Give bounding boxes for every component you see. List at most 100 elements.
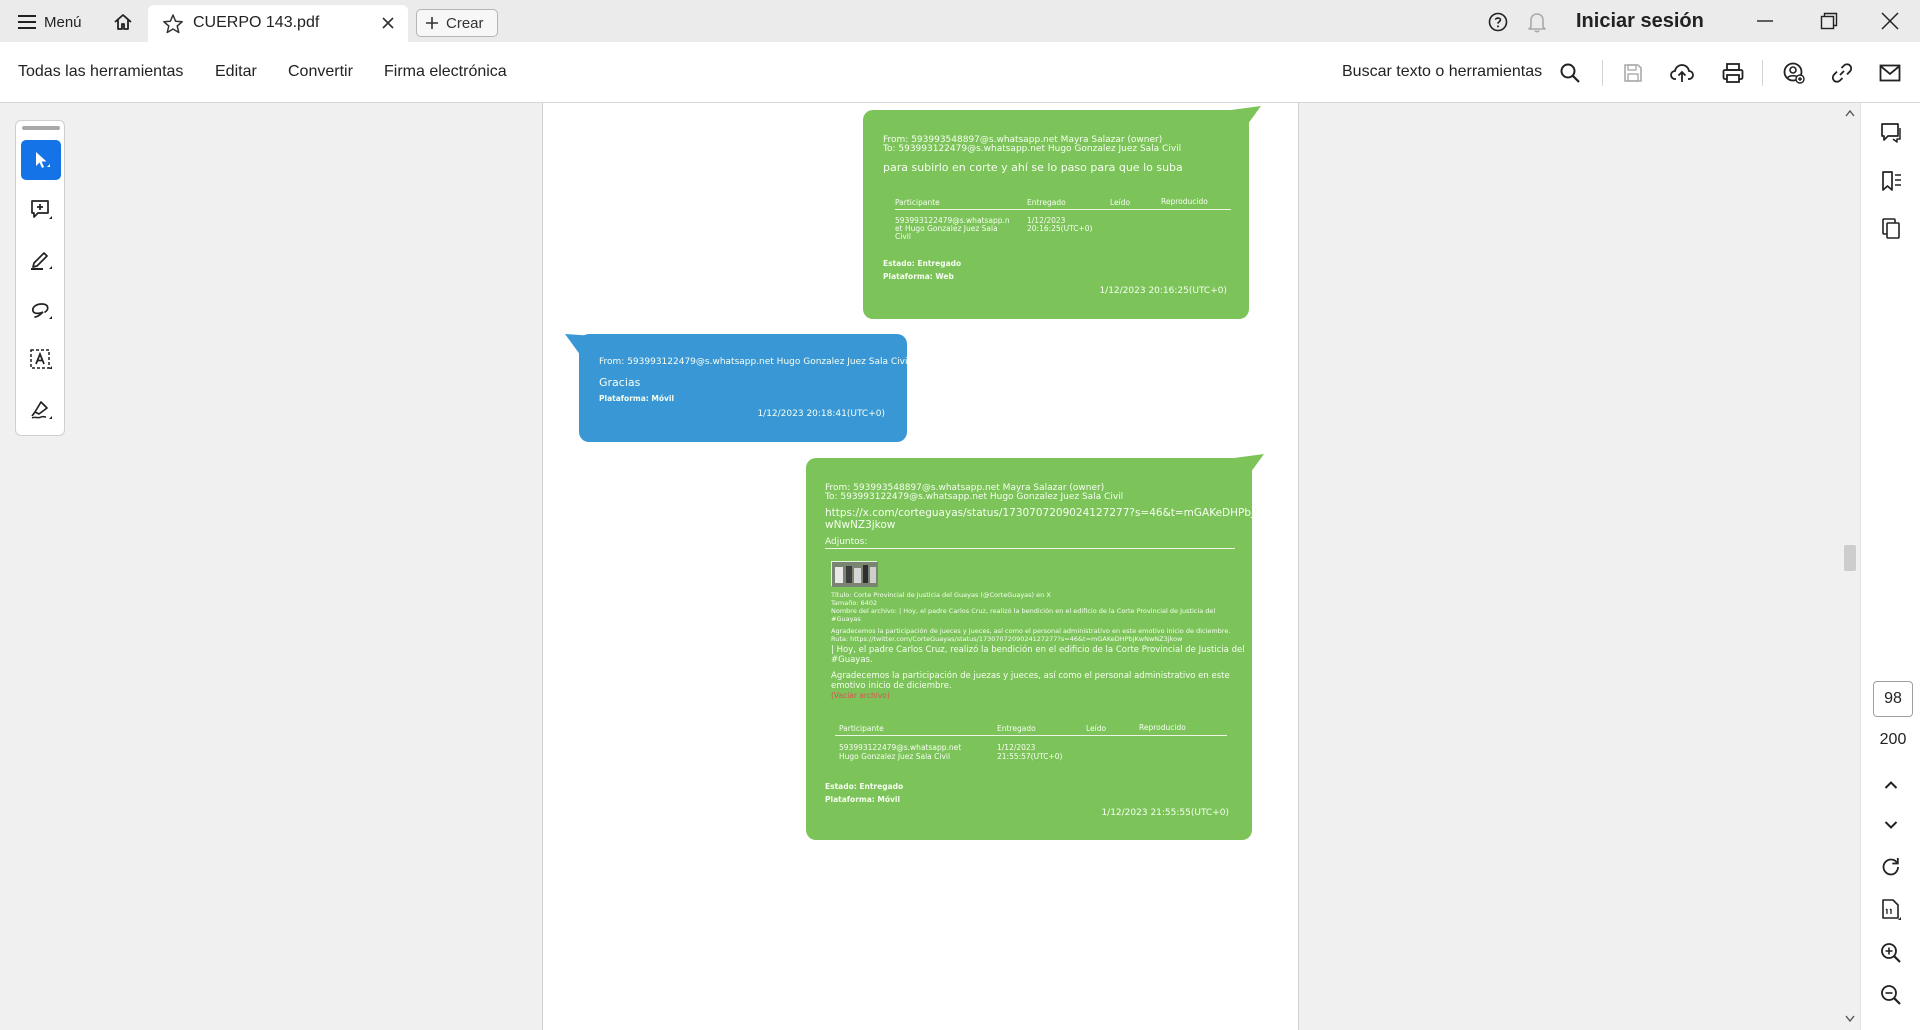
msg1-timestamp: 1/12/2023 20:16:25(UTC+0) — [1099, 286, 1227, 296]
bubble-tail — [1231, 106, 1261, 128]
attachment-thumbnail[interactable] — [831, 561, 878, 587]
msg3-platform: Plataforma: Móvil — [825, 795, 901, 804]
toolbar-divider — [1602, 60, 1603, 86]
vertical-scrollbar[interactable] — [1840, 103, 1860, 1030]
restore-icon[interactable] — [1820, 12, 1838, 30]
edit-menu[interactable]: Editar — [215, 63, 257, 81]
rotate-button[interactable] — [1879, 855, 1903, 879]
create-label: Crear — [446, 14, 484, 32]
msg3-body-4: emotivo inicio de diciembre. — [831, 681, 952, 691]
sign-in-link[interactable]: Iniciar sesión — [1576, 10, 1704, 33]
email-button[interactable] — [1878, 61, 1902, 85]
msg3-att-path: Ruta: https://twitter.com/CorteGuayas/st… — [831, 635, 1183, 643]
select-tool[interactable] — [21, 140, 61, 180]
msg1-header-read: Leído — [1110, 198, 1131, 207]
document-gutter-right — [1299, 103, 1860, 1030]
msg1-header-participant: Participante — [895, 198, 940, 207]
chevron-down-icon — [1884, 821, 1898, 829]
zoom-out-button[interactable] — [1879, 983, 1903, 1007]
menu-button[interactable]: Menú — [18, 11, 82, 33]
msg2-body: Gracias — [599, 376, 641, 389]
upload-cloud-button[interactable] — [1670, 61, 1694, 85]
previous-page-button[interactable] — [1879, 773, 1903, 797]
window-close-icon[interactable] — [1880, 11, 1900, 31]
text-box-icon — [30, 349, 52, 369]
plus-icon — [426, 17, 438, 29]
search-icon — [1560, 63, 1580, 83]
msg3-body-1: | Hoy, el padre Carlos Cruz, realizó la … — [831, 645, 1245, 655]
text-box-tool[interactable] — [21, 340, 61, 380]
close-icon[interactable] — [380, 15, 396, 31]
all-tools-menu[interactable]: Todas las herramientas — [18, 63, 183, 81]
bubble-tail — [565, 334, 595, 356]
cloud-upload-icon — [1670, 64, 1694, 82]
message-bubble-3: From: 593993548897@s.whatsapp.net Mayra … — [806, 454, 1264, 840]
scroll-down-icon[interactable] — [1845, 1015, 1855, 1023]
copy-pages-icon — [1882, 218, 1900, 239]
page-fit-icon — [1882, 899, 1901, 920]
refresh-icon — [1882, 858, 1899, 876]
notification-bell-icon[interactable] — [1527, 11, 1547, 33]
msg1-body: para subirlo en corte y ahí se lo paso p… — [883, 161, 1183, 174]
message-bubble-2: From: 593993122479@s.whatsapp.net Hugo G… — [565, 334, 910, 442]
rail-drag-handle[interactable] — [22, 126, 60, 130]
home-button[interactable] — [110, 9, 136, 35]
page-display-button[interactable] — [1879, 898, 1903, 922]
zoom-in-button[interactable] — [1879, 941, 1903, 965]
convert-menu[interactable]: Convertir — [288, 63, 353, 81]
star-icon[interactable] — [162, 13, 184, 35]
search-tools-label[interactable]: Buscar texto o herramientas — [1342, 63, 1542, 81]
draw-tool[interactable] — [21, 290, 61, 330]
msg3-link-line-2: wNwNZ3jkow — [825, 519, 896, 531]
msg3-header-read: Leído — [1086, 724, 1107, 733]
hamburger-icon — [18, 15, 36, 29]
msg1-status: Estado: Entregado — [883, 259, 962, 268]
add-user-icon — [1783, 62, 1805, 84]
add-comment-tool[interactable] — [21, 190, 61, 230]
scroll-up-icon[interactable] — [1845, 109, 1855, 117]
zoom-in-icon — [1881, 943, 1901, 963]
e-signature-menu[interactable]: Firma electrónica — [384, 63, 507, 81]
share-user-button[interactable] — [1782, 61, 1806, 85]
document-tab[interactable]: CUERPO 143.pdf — [148, 5, 408, 42]
msg1-platform: Plataforma: Web — [883, 272, 954, 281]
msg3-header-delivered: Entregado — [997, 724, 1036, 733]
cursor-arrow-icon — [36, 152, 50, 168]
scrollbar-thumb[interactable] — [1844, 545, 1856, 571]
msg3-attachments-label: Adjuntos: — [825, 537, 868, 547]
print-button[interactable] — [1721, 61, 1745, 85]
msg3-timestamp: 1/12/2023 21:55:55(UTC+0) — [1101, 808, 1229, 818]
msg3-delivered-time: 21:55:57(UTC+0) — [997, 752, 1063, 761]
msg3-att-name-1: Nombre del archivo: | Hoy, el padre Carl… — [831, 607, 1216, 615]
total-pages: 200 — [1879, 731, 1907, 748]
bookmarks-panel-button[interactable] — [1879, 169, 1903, 193]
msg3-table-rule — [835, 735, 1227, 736]
search-button[interactable] — [1558, 61, 1582, 85]
highlight-tool[interactable] — [21, 240, 61, 280]
next-page-button[interactable] — [1879, 813, 1903, 837]
quick-tools-rail — [15, 120, 65, 436]
pages-panel-button[interactable] — [1879, 216, 1903, 240]
comments-panel-button[interactable] — [1879, 121, 1903, 145]
msg3-empty-file-link[interactable]: (Vaciar archivo) — [831, 691, 890, 700]
msg1-table-rule — [895, 209, 1231, 210]
msg3-body-3: Agradecemos la participación de juezas y… — [831, 671, 1230, 681]
current-page-input[interactable]: 98 — [1873, 681, 1913, 717]
minimize-icon[interactable] — [1756, 12, 1774, 30]
comment-icon — [1881, 123, 1901, 143]
tab-title: CUERPO 143.pdf — [193, 14, 320, 31]
left-panel — [0, 103, 542, 1030]
create-button[interactable]: Crear — [416, 9, 498, 37]
chevron-up-icon — [1884, 781, 1898, 789]
msg3-body-2: #Guayas. — [831, 655, 873, 665]
copy-link-button[interactable] — [1830, 61, 1854, 85]
msg3-att-name-2: #Guayas — [831, 615, 861, 623]
save-button[interactable] — [1621, 61, 1645, 85]
help-icon[interactable] — [1488, 12, 1508, 32]
comment-add-icon — [31, 200, 52, 219]
msg1-to: To: 593993122479@s.whatsapp.net Hugo Gon… — [883, 144, 1182, 154]
msg3-to: To: 593993122479@s.whatsapp.net Hugo Gon… — [825, 492, 1124, 502]
link-icon — [1831, 63, 1853, 83]
msg3-header-participant: Participante — [839, 724, 884, 733]
sign-tool[interactable] — [21, 390, 61, 430]
